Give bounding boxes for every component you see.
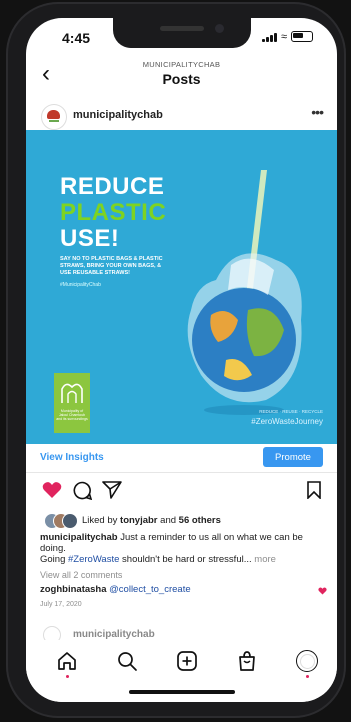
home-icon[interactable] — [56, 650, 78, 672]
page-title: Posts — [162, 71, 201, 87]
post-date: July 17, 2020 — [40, 601, 82, 608]
next-post-username[interactable]: municipalitychab — [73, 629, 155, 640]
comment-like-icon[interactable] — [318, 587, 327, 595]
post-caption: municipalitychab Just a reminder to us a… — [40, 532, 303, 565]
wifi-icon: ≈ — [280, 30, 287, 43]
municipality-logo: Municipality of Jaloul Chamtoub and its … — [54, 373, 90, 433]
post-actions — [26, 476, 337, 506]
avatar[interactable] — [41, 104, 67, 130]
comment: zoghbinatasha @collect_to_create — [40, 584, 191, 595]
image-headline-3: USE! — [60, 225, 120, 252]
home-notification-dot — [66, 675, 69, 678]
status-icons: ≈ — [261, 30, 313, 43]
comment-mention[interactable]: @collect_to_create — [109, 584, 190, 595]
status-time: 4:45 — [62, 30, 91, 46]
bottom-tab-bar — [26, 640, 337, 702]
globe-in-bag-illustration — [187, 170, 302, 415]
caption-hashtag[interactable]: #ZeroWaste — [68, 554, 119, 565]
header-account: MUNICIPALITYCHAB — [142, 60, 221, 69]
search-icon[interactable] — [116, 650, 138, 672]
view-insights-link[interactable]: View Insights — [40, 452, 104, 463]
top-bar: ‹ MUNICIPALITYCHAB Posts — [26, 54, 337, 94]
image-subtext: SAY NO TO PLASTIC BAGS & PLASTIC STRAWS,… — [60, 256, 163, 276]
image-headline-2: PLASTIC — [60, 199, 167, 226]
heart-icon[interactable] — [42, 481, 62, 499]
image-rrr: REDUCE · REUSE · RECYCLE — [259, 409, 323, 414]
caption-username[interactable]: municipalitychab — [40, 532, 118, 543]
caption-more-link[interactable]: more — [252, 554, 276, 565]
post-username[interactable]: municipalitychab — [73, 109, 163, 121]
camera — [215, 24, 224, 33]
profile-notification-dot — [306, 675, 309, 678]
profile-icon[interactable] — [296, 650, 318, 672]
image-hashtag: #MunicipalityChab — [60, 282, 101, 288]
image-campaign: #ZeroWasteJourney — [251, 417, 323, 426]
notch — [113, 18, 251, 48]
liker-avatar — [62, 513, 78, 529]
share-icon[interactable] — [102, 481, 122, 499]
next-post-header: municipalitychab — [26, 622, 337, 644]
signal-icon — [261, 32, 277, 42]
liker-username[interactable]: tonyjabr — [120, 515, 157, 526]
battery-icon — [291, 31, 313, 42]
more-options-icon[interactable]: ••• — [311, 104, 324, 120]
screen: 4:45 ≈ ‹ MUNICIPALITYCHAB Posts municipa… — [26, 18, 337, 702]
likes-row[interactable]: Liked by tonyjabr and 56 others — [44, 513, 334, 529]
promote-button[interactable]: Promote — [263, 447, 323, 467]
shop-icon[interactable] — [236, 650, 258, 672]
phone-frame: 4:45 ≈ ‹ MUNICIPALITYCHAB Posts municipa… — [6, 2, 346, 718]
likes-text: Liked by tonyjabr and 56 others — [82, 515, 221, 526]
comment-icon[interactable] — [73, 481, 92, 500]
view-all-comments-link[interactable]: View all 2 comments — [40, 570, 122, 580]
image-headline-1: REDUCE — [60, 173, 165, 200]
home-indicator — [129, 690, 235, 694]
likes-count[interactable]: 56 others — [179, 515, 221, 526]
bookmark-icon[interactable] — [307, 481, 321, 499]
speaker — [160, 26, 204, 31]
new-post-icon[interactable] — [176, 650, 198, 672]
comment-username[interactable]: zoghbinatasha — [40, 584, 107, 595]
post-image[interactable]: REDUCE PLASTIC USE! SAY NO TO PLASTIC BA… — [26, 130, 337, 444]
logo-symbol — [61, 383, 83, 403]
insights-bar: View Insights Promote — [26, 444, 337, 473]
logo-text: Municipality of Jaloul Chamtoub and its … — [56, 409, 88, 421]
profile-avatar — [300, 654, 315, 669]
